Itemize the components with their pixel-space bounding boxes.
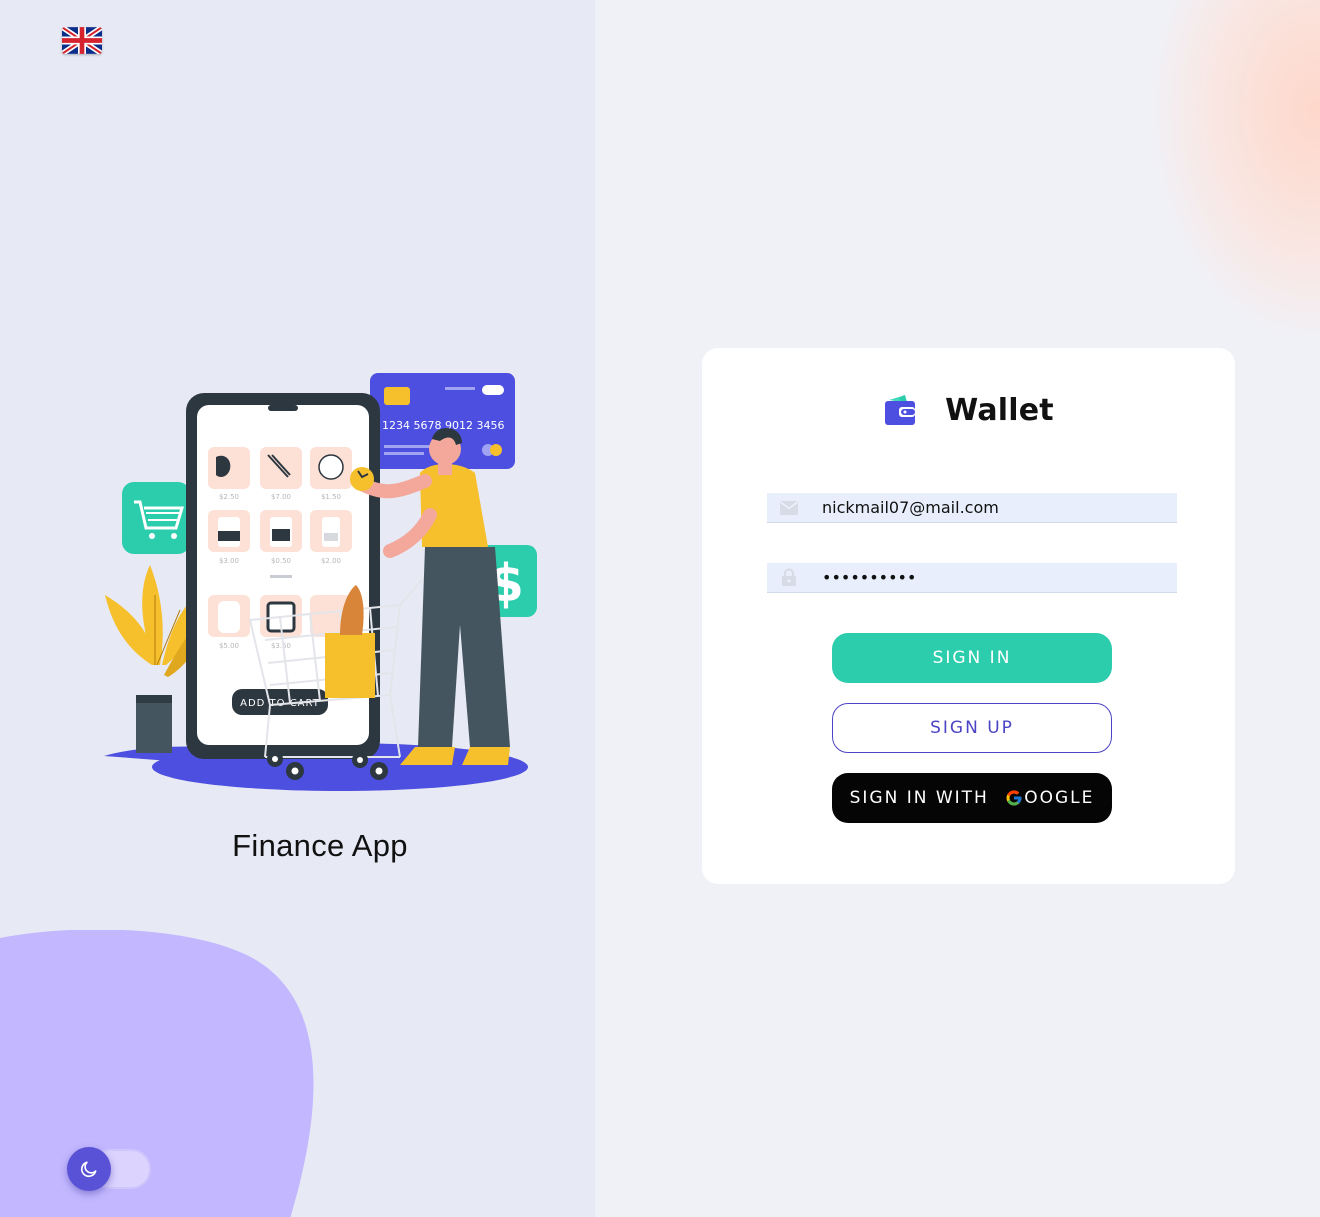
password-input[interactable] bbox=[811, 563, 1161, 592]
svg-text:$0.50: $0.50 bbox=[271, 557, 291, 565]
brand-name: Wallet bbox=[945, 392, 1054, 428]
svg-text:$1.50: $1.50 bbox=[321, 493, 341, 501]
lock-icon bbox=[767, 563, 811, 593]
app-title: Finance App bbox=[232, 828, 408, 863]
mail-icon bbox=[767, 493, 811, 523]
svg-text:$2.50: $2.50 bbox=[219, 493, 239, 501]
moon-icon[interactable] bbox=[67, 1147, 111, 1191]
google-sign-in-suffix: OOGLE bbox=[1024, 788, 1095, 808]
shopping-illustration: $ 1234 5678 9012 3456 $2.50 $7.00 $1.50 … bbox=[104, 373, 537, 791]
svg-text:$5.00: $5.00 bbox=[219, 642, 239, 650]
email-field[interactable] bbox=[767, 493, 1177, 523]
wallet-icon bbox=[885, 395, 916, 425]
sign-up-label: SIGN UP bbox=[930, 718, 1014, 738]
google-sign-in-prefix: SIGN IN WITH bbox=[849, 788, 997, 808]
sign-up-button[interactable]: SIGN UP bbox=[832, 703, 1112, 753]
svg-text:$3.50: $3.50 bbox=[271, 642, 291, 650]
email-input[interactable] bbox=[811, 493, 1161, 522]
svg-text:$3.00: $3.00 bbox=[219, 557, 239, 565]
decorative-glow bbox=[1150, 0, 1320, 340]
brand: Wallet bbox=[702, 388, 1235, 432]
login-card: Wallet SIGN IN SIGN UP SIGN IN WITH bbox=[702, 348, 1235, 884]
google-g-icon bbox=[1006, 790, 1022, 806]
sign-in-label: SIGN IN bbox=[932, 648, 1012, 668]
google-sign-in-button[interactable]: SIGN IN WITH OOGLE bbox=[832, 773, 1112, 823]
svg-text:$2.00: $2.00 bbox=[321, 557, 341, 565]
uk-flag-icon[interactable] bbox=[62, 27, 102, 54]
left-panel: $ 1234 5678 9012 3456 $2.50 $7.00 $1.50 … bbox=[0, 0, 595, 1217]
password-field[interactable] bbox=[767, 563, 1177, 593]
svg-text:$7.00: $7.00 bbox=[271, 493, 291, 501]
theme-toggle[interactable] bbox=[67, 1147, 152, 1191]
sign-in-button[interactable]: SIGN IN bbox=[832, 633, 1112, 683]
